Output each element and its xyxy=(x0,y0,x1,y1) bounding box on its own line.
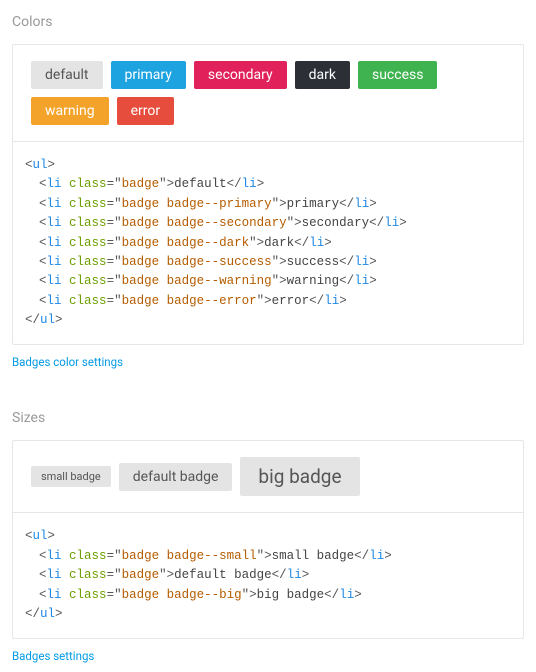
code-line: <li class="badge badge--warning">warning… xyxy=(25,272,511,291)
badge-warning: warning xyxy=(31,97,109,125)
sizes-demo-row: small badge default badge big badge xyxy=(13,441,523,513)
sizes-panel: small badge default badge big badge <ul>… xyxy=(12,440,524,639)
badge-default-size: default badge xyxy=(119,463,233,491)
badges-settings-link[interactable]: Badges settings xyxy=(12,649,94,663)
colors-panel: default primary secondary dark success w… xyxy=(12,44,524,345)
code-line: <li class="badge badge--primary">primary… xyxy=(25,195,511,214)
code-line: <li class="badge badge--success">success… xyxy=(25,253,511,272)
code-line: <li class="badge badge--small">small bad… xyxy=(25,547,511,566)
badge-primary: primary xyxy=(111,61,186,89)
code-line: <li class="badge badge--error">error</li… xyxy=(25,292,511,311)
section-title-sizes: Sizes xyxy=(12,410,524,426)
badge-success: success xyxy=(358,61,437,89)
colors-code-block: <ul><li class="badge">default</li><li cl… xyxy=(13,142,523,344)
badges-color-settings-link[interactable]: Badges color settings xyxy=(12,355,123,369)
badge-dark: dark xyxy=(295,61,350,89)
badge-default: default xyxy=(31,61,103,89)
badge-big: big badge xyxy=(240,457,359,496)
sizes-code-block: <ul><li class="badge badge--small">small… xyxy=(13,513,523,638)
code-line: <li class="badge badge--dark">dark</li> xyxy=(25,234,511,253)
badge-error: error xyxy=(117,97,175,125)
badge-small: small badge xyxy=(31,466,111,487)
code-line: <li class="badge badge--secondary">secon… xyxy=(25,214,511,233)
colors-demo-row: default primary secondary dark success w… xyxy=(13,45,523,142)
badge-secondary: secondary xyxy=(194,61,287,89)
code-line: <li class="badge">default</li> xyxy=(25,175,511,194)
code-line: <li class="badge">default badge</li> xyxy=(25,566,511,585)
code-line: <li class="badge badge--big">big badge</… xyxy=(25,586,511,605)
section-title-colors: Colors xyxy=(12,14,524,30)
